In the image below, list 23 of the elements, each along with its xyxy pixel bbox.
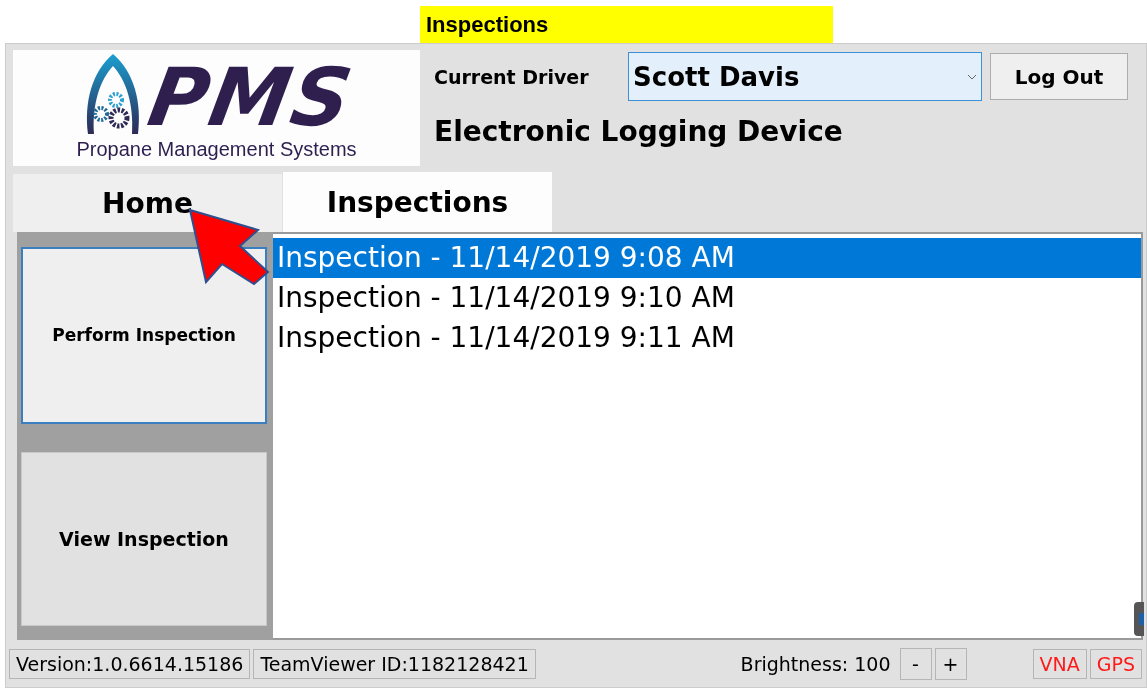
teamviewer-id: TeamViewer ID:1182128421 — [253, 648, 536, 679]
inspection-item[interactable]: Inspection - 11/14/2019 9:08 AM — [273, 238, 1141, 278]
side-tab-icon[interactable] — [1134, 602, 1144, 636]
app-subtitle: Electronic Logging Device — [434, 115, 844, 148]
log-out-button[interactable]: Log Out — [990, 53, 1128, 100]
brightness-label: Brightness: 100 — [740, 652, 891, 675]
status-indicator: GPS — [1089, 648, 1142, 679]
status-indicator: VNA — [1032, 648, 1087, 679]
tab[interactable]: Inspections — [283, 172, 552, 232]
action-button[interactable]: View Inspection — [21, 451, 267, 626]
brightness-up-button[interactable]: + — [934, 647, 967, 680]
caret-icon — [967, 73, 977, 80]
brightness-down-button[interactable]: - — [899, 647, 932, 680]
page-title: Inspections — [420, 6, 833, 43]
logo-wordmark: PMS — [142, 60, 359, 136]
inspection-item[interactable]: Inspection - 11/14/2019 9:11 AM — [273, 318, 1141, 358]
version-label: Version:1.0.6614.15186 — [9, 648, 251, 679]
action-button[interactable]: Perform Inspection — [21, 247, 267, 424]
driver-label: Current Driver — [434, 65, 590, 88]
driver-dropdown[interactable]: Scott Davis — [628, 52, 982, 101]
logo-tagline: Propane Management Systems — [76, 138, 357, 161]
tab[interactable]: Home — [13, 174, 282, 232]
inspection-item[interactable]: Inspection - 11/14/2019 9:10 AM — [273, 278, 1141, 318]
